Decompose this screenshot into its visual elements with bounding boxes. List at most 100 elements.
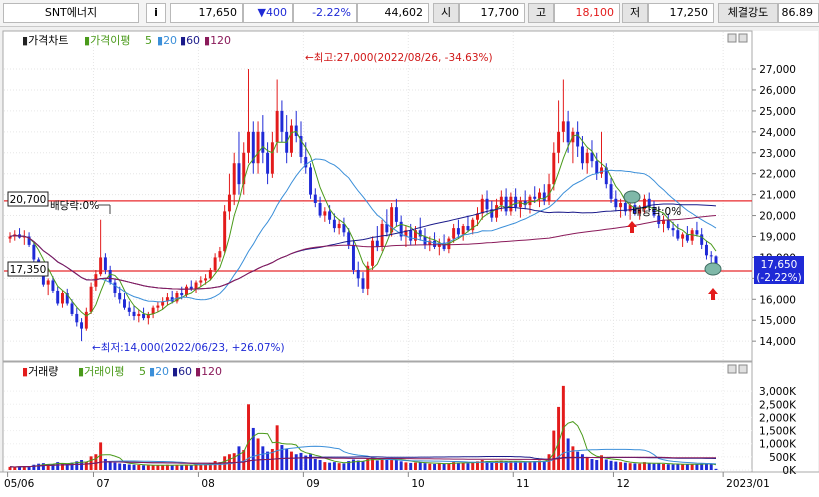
candle-body (194, 282, 198, 289)
volume-ma5-label: 5 (139, 365, 146, 378)
volume-bar (566, 438, 570, 470)
candle-body (394, 207, 398, 222)
volume-bar (323, 462, 327, 470)
candle-body (213, 257, 217, 270)
candle-body (456, 228, 460, 235)
price-change: ▼400 (243, 3, 293, 23)
volume-bar (108, 462, 112, 470)
volume-bar (709, 463, 713, 470)
volume-ma60-label: ▮60 (172, 365, 192, 378)
price-ma120-label: ▮120 (204, 34, 231, 47)
volume-bar (409, 462, 413, 470)
volume-bar (37, 463, 41, 470)
level-high-label: 20,700 (10, 194, 47, 206)
candle-body (351, 244, 355, 270)
current-price: 17,650 (170, 3, 243, 23)
price-tick-label: 21,000 (759, 190, 796, 202)
price-tick-label: 27,000 (759, 64, 796, 76)
volume-bar (604, 459, 608, 470)
volume-tick-label: 1,000K (759, 439, 797, 451)
date-tick-label: 12 (616, 478, 629, 490)
volume-bar (609, 460, 613, 470)
volume-value: 44,602 (357, 3, 429, 23)
date-tick-label: 05/06 (4, 478, 35, 490)
volume-bar (542, 460, 546, 470)
candle-body (318, 203, 322, 216)
volume-bar (237, 446, 241, 470)
stock-name-field[interactable]: SNT에너지 (3, 3, 139, 23)
candle-body (237, 163, 241, 185)
price-tick-label: 20,000 (759, 211, 796, 223)
volume-bar (619, 462, 623, 470)
x-axis-area (0, 472, 819, 497)
volume-bar (285, 448, 289, 470)
price-tick-label: 22,000 (759, 169, 796, 181)
volume-bar (213, 461, 217, 470)
candle-body (332, 219, 336, 229)
volume-tick-label: 2,000K (759, 412, 797, 424)
volume-bar (647, 463, 651, 470)
price-tick-label: 24,000 (759, 127, 796, 139)
volume-bar (189, 465, 193, 470)
volume-bar (614, 461, 618, 470)
info-icon[interactable]: i (146, 3, 166, 23)
volume-legend: ▮거래량 ▮거래이평 5 ▮20 ▮60 ▮120 (22, 365, 222, 378)
volume-bar (547, 454, 551, 470)
candle-body (8, 236, 12, 239)
candle-body (142, 313, 146, 319)
volume-bar (180, 465, 184, 470)
candle-body (466, 226, 470, 231)
candle-body (538, 192, 541, 199)
candle-body (70, 303, 74, 314)
price-change-pct: -2.22% (293, 3, 357, 23)
candle-body (561, 121, 565, 132)
candle-body (309, 167, 313, 195)
candle-body (32, 244, 36, 260)
candle-body (709, 255, 713, 257)
candle-body (84, 311, 88, 329)
volume-bar (275, 425, 279, 470)
volume-bar (280, 445, 284, 470)
price-panel-minimize-icon[interactable] (727, 33, 737, 43)
candle-body (685, 234, 689, 241)
candle-body (681, 234, 685, 239)
volume-bar (580, 454, 584, 470)
volume-panel-minimize-icon[interactable] (727, 364, 737, 374)
strength-value: 86.89 (778, 3, 819, 23)
price-tick-label: 25,000 (759, 106, 796, 118)
volume-bar (428, 463, 432, 470)
volume-bar (442, 463, 446, 470)
volume-bar (461, 462, 465, 470)
volume-bar (385, 460, 389, 470)
level-high-box: 20,700 (7, 191, 49, 207)
candle-body (347, 232, 351, 245)
open-price: 17,700 (459, 3, 525, 23)
volume-bar (170, 465, 174, 470)
level-low-box: 17,350 (7, 261, 49, 277)
current-price-badge-pct: (-2.22%) (756, 272, 801, 284)
candle-body (433, 240, 437, 247)
volume-bar (127, 464, 131, 470)
volume-bar (523, 461, 527, 470)
volume-bar (337, 463, 341, 470)
volume-bar (32, 464, 36, 470)
candle-body (533, 196, 537, 199)
volume-bar (628, 463, 632, 470)
volume-bar (676, 463, 680, 470)
volume-bar (671, 464, 675, 470)
price-ma60-label: ▮60 (180, 34, 200, 47)
volume-bar (146, 465, 150, 470)
price-panel-close-icon[interactable] (738, 33, 748, 43)
volume-bar (638, 463, 642, 470)
volume-ma-title: ▮거래이평 (78, 365, 125, 378)
volume-bar (380, 458, 384, 470)
volume-bar (118, 463, 122, 470)
candle-body (208, 269, 212, 279)
candle-body (118, 293, 122, 300)
price-tick-label: 15,000 (759, 315, 796, 327)
stock-chart[interactable]: 14,00015,00016,00017,00018,00019,00020,0… (0, 26, 819, 497)
candle-body (113, 282, 117, 294)
volume-panel-close-icon[interactable] (738, 364, 748, 374)
volume-bar (175, 465, 179, 470)
volume-ma20-label: ▮20 (149, 365, 169, 378)
